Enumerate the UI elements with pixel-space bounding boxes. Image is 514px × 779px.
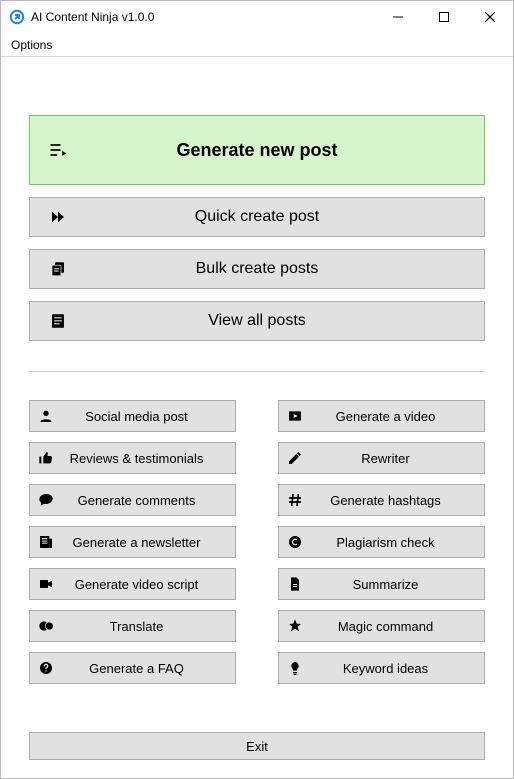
- button-label: Social media post: [62, 409, 235, 424]
- generate-newsletter-button[interactable]: Generate a newsletter: [29, 526, 236, 558]
- button-label: Generate comments: [62, 493, 235, 508]
- article-icon: [30, 312, 86, 330]
- thumbs-up-icon: [30, 450, 62, 466]
- button-label: Bulk create posts: [86, 260, 484, 278]
- button-label: Generate a video: [311, 409, 484, 424]
- view-all-posts-button[interactable]: View all posts: [29, 301, 485, 341]
- playlist-icon: [30, 140, 86, 160]
- close-button[interactable]: [467, 1, 513, 33]
- generate-hashtags-button[interactable]: Generate hashtags: [278, 484, 485, 516]
- translate-button[interactable]: Translate: [29, 610, 236, 642]
- button-label: Reviews & testimonials: [62, 451, 235, 466]
- top-buttons: Generate new post Quick create post: [29, 115, 485, 341]
- window-controls: [375, 1, 513, 33]
- button-label: Quick create post: [86, 208, 484, 226]
- keyword-ideas-button[interactable]: Keyword ideas: [278, 652, 485, 684]
- play-icon: [279, 408, 311, 424]
- copyright-icon: [279, 534, 311, 550]
- generate-a-video-button[interactable]: Generate a video: [278, 400, 485, 432]
- person-icon: [30, 408, 62, 424]
- button-label: Generate hashtags: [311, 493, 484, 508]
- button-label: View all posts: [86, 312, 484, 330]
- star-icon: [279, 618, 311, 634]
- chat-icon: [30, 492, 62, 508]
- hash-icon: [279, 492, 311, 508]
- help-icon: [30, 660, 62, 676]
- copy-icon: [30, 260, 86, 278]
- divider: [29, 371, 485, 372]
- button-label: Translate: [62, 619, 235, 634]
- button-label: Generate video script: [62, 577, 235, 592]
- button-label: Summarize: [311, 577, 484, 592]
- app-icon: [9, 9, 25, 25]
- footer: Exit: [29, 732, 485, 760]
- rewriter-button[interactable]: Rewriter: [278, 442, 485, 474]
- button-label: Rewriter: [311, 451, 484, 466]
- bulk-create-posts-button[interactable]: Bulk create posts: [29, 249, 485, 289]
- menu-options[interactable]: Options: [1, 33, 62, 56]
- button-label: Generate new post: [86, 140, 484, 161]
- app-window: AI Content Ninja v1.0.0 Options: [0, 0, 514, 779]
- window-title: AI Content Ninja v1.0.0: [31, 10, 154, 24]
- generate-comments-button[interactable]: Generate comments: [29, 484, 236, 516]
- client-area: Generate new post Quick create post: [1, 57, 513, 778]
- magic-command-button[interactable]: Magic command: [278, 610, 485, 642]
- button-label: Plagiarism check: [311, 535, 484, 550]
- maximize-button[interactable]: [421, 1, 467, 33]
- generate-faq-button[interactable]: Generate a FAQ: [29, 652, 236, 684]
- exit-button[interactable]: Exit: [29, 732, 485, 760]
- file-icon: [279, 576, 311, 592]
- button-label: Generate a FAQ: [62, 661, 235, 676]
- generate-video-script-button[interactable]: Generate video script: [29, 568, 236, 600]
- fast-forward-icon: [30, 208, 86, 226]
- social-media-post-button[interactable]: Social media post: [29, 400, 236, 432]
- menu-bar: Options: [1, 33, 513, 57]
- pencil-icon: [279, 450, 311, 466]
- summarize-button[interactable]: Summarize: [278, 568, 485, 600]
- minimize-button[interactable]: [375, 1, 421, 33]
- tools-grid: Social media post Generate a video Revie…: [29, 400, 485, 684]
- reviews-testimonials-button[interactable]: Reviews & testimonials: [29, 442, 236, 474]
- globe-icon: [30, 618, 62, 634]
- button-label: Exit: [246, 739, 268, 754]
- title-bar: AI Content Ninja v1.0.0: [1, 1, 513, 33]
- video-icon: [30, 576, 62, 592]
- newspaper-icon: [30, 534, 62, 550]
- button-label: Keyword ideas: [311, 661, 484, 676]
- button-label: Magic command: [311, 619, 484, 634]
- bulb-icon: [279, 660, 311, 676]
- button-label: Generate a newsletter: [62, 535, 235, 550]
- quick-create-post-button[interactable]: Quick create post: [29, 197, 485, 237]
- plagiarism-check-button[interactable]: Plagiarism check: [278, 526, 485, 558]
- generate-new-post-button[interactable]: Generate new post: [29, 115, 485, 185]
